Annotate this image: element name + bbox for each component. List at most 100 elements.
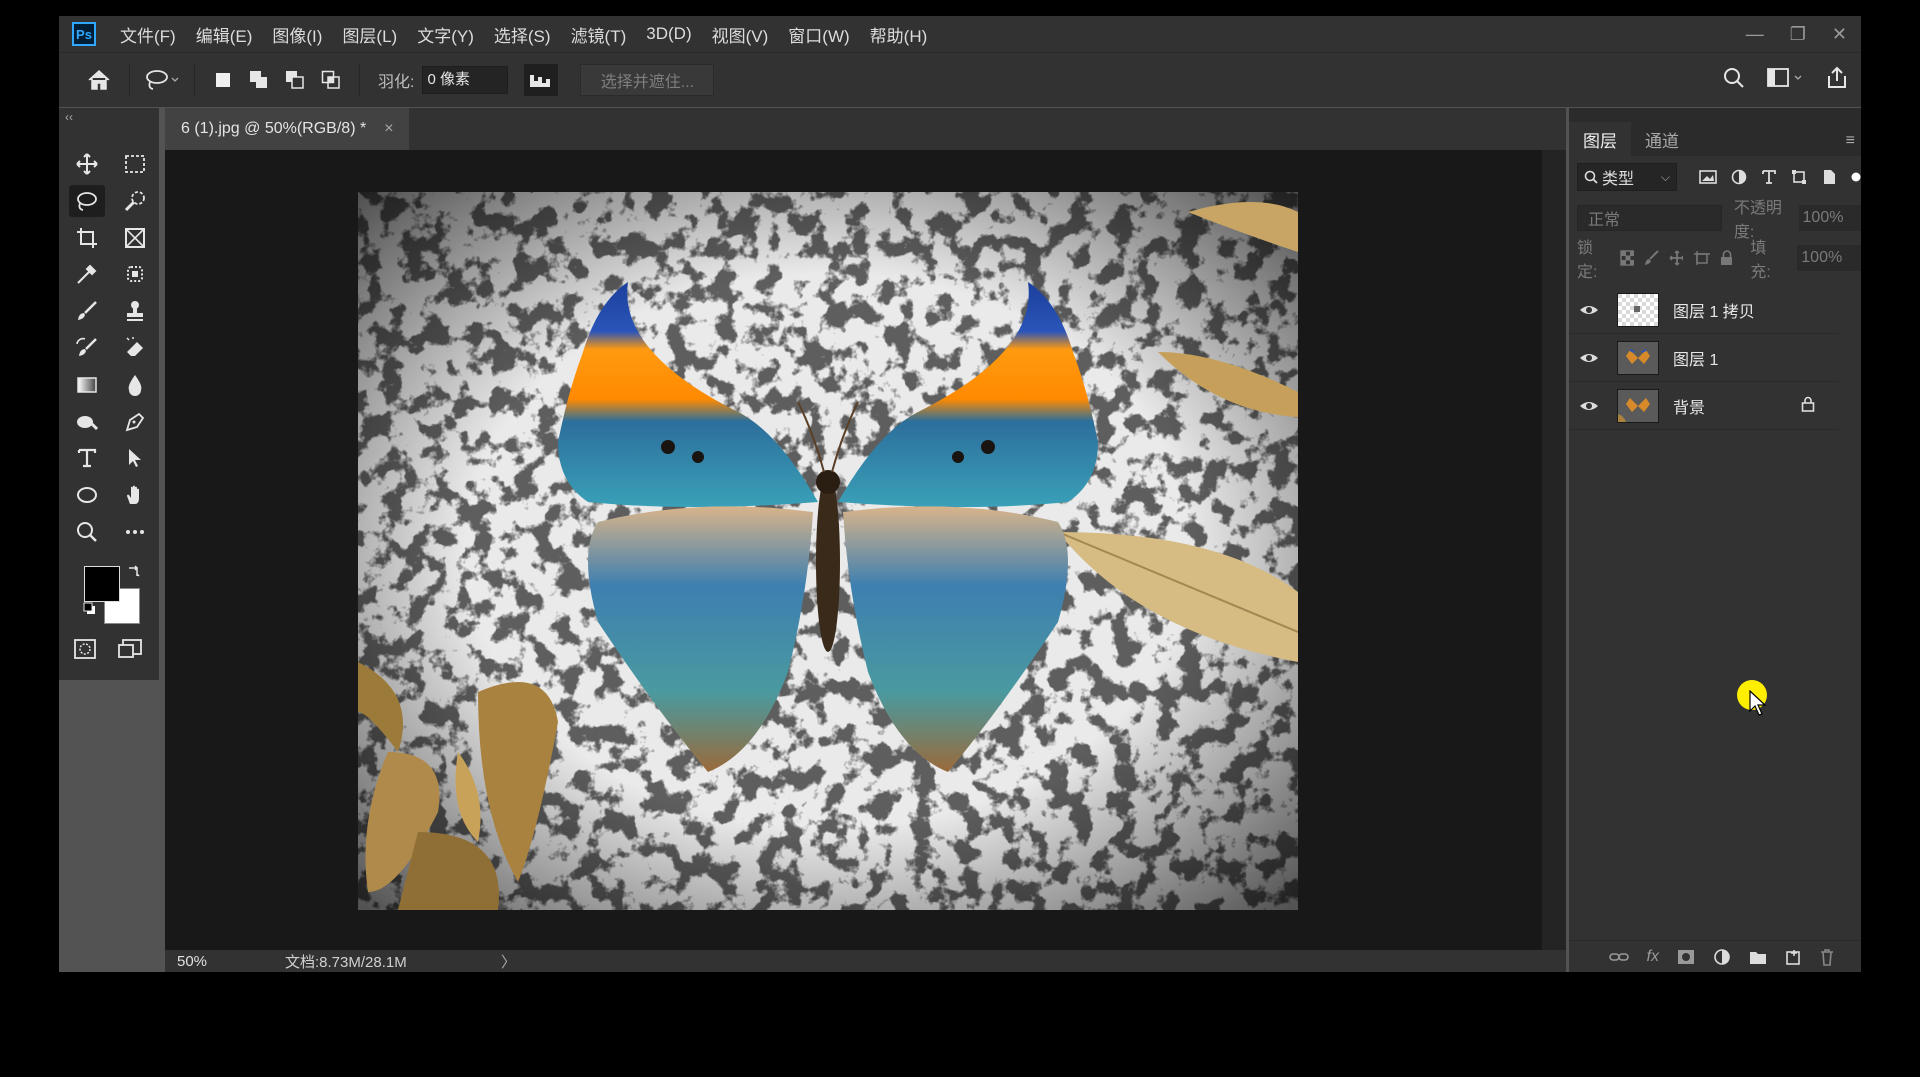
anti-alias-icon[interactable] <box>524 64 559 96</box>
mouse-cursor-icon <box>1749 690 1767 716</box>
layer-thumbnail-image <box>1618 397 1650 422</box>
type-filter-icon[interactable] <box>1761 169 1777 185</box>
menu-view[interactable]: 视图(V) <box>712 22 769 47</box>
lock-all-icon[interactable] <box>1720 250 1733 266</box>
new-layer-icon[interactable] <box>1785 949 1801 965</box>
lock-transparent-icon[interactable] <box>1620 250 1635 266</box>
marquee-tool[interactable] <box>117 148 153 180</box>
eraser-tool[interactable] <box>117 332 153 364</box>
blend-mode-select[interactable]: 正常 <box>1577 205 1722 231</box>
quick-mask-icon[interactable] <box>73 638 97 665</box>
layer-row[interactable]: 图层 1 <box>1569 334 1839 382</box>
type-tool[interactable] <box>69 442 105 474</box>
more-tools[interactable] <box>117 516 153 548</box>
ellipse-tool[interactable] <box>69 479 105 511</box>
canvas-area[interactable] <box>165 150 1566 950</box>
restore-button[interactable]: ❐ <box>1790 24 1806 45</box>
visibility-eye-icon[interactable] <box>1569 352 1609 364</box>
menu-edit[interactable]: 编辑(E) <box>196 22 253 47</box>
quick-select-tool[interactable] <box>117 185 153 217</box>
close-window-button[interactable]: ✕ <box>1832 24 1847 45</box>
hand-tool[interactable] <box>117 479 153 511</box>
path-select-tool[interactable] <box>117 442 153 474</box>
delete-layer-icon[interactable] <box>1819 948 1835 966</box>
menu-filter[interactable]: 滤镜(T) <box>571 22 627 47</box>
tab-channels[interactable]: 通道 <box>1631 122 1693 156</box>
tools-panel-body: ‹‹ <box>59 108 159 680</box>
crop-tool[interactable] <box>69 222 105 254</box>
zoom-tool[interactable] <box>69 516 105 548</box>
new-selection-icon[interactable] <box>212 69 234 91</box>
eyedropper-tool[interactable] <box>69 258 105 290</box>
lasso-tool[interactable] <box>69 184 105 217</box>
link-layers-icon[interactable] <box>1608 950 1629 964</box>
layer-style-icon[interactable]: fx <box>1647 948 1659 966</box>
panel-collapse-bar[interactable] <box>1569 108 1861 122</box>
panel-menu-icon[interactable]: ≡ <box>1846 132 1855 150</box>
home-icon[interactable] <box>79 64 119 96</box>
menu-type[interactable]: 文字(Y) <box>417 22 474 47</box>
layer-row[interactable]: 背景 <box>1569 382 1839 430</box>
minimize-button[interactable]: — <box>1746 24 1764 45</box>
close-tab-icon[interactable]: × <box>384 120 393 138</box>
menu-select[interactable]: 选择(S) <box>494 22 551 47</box>
menu-file[interactable]: 文件(F) <box>120 22 176 47</box>
status-menu-arrow[interactable]: 〉 <box>501 951 516 972</box>
fill-input[interactable]: 100% <box>1797 245 1861 271</box>
move-tool[interactable] <box>69 148 105 180</box>
menu-help[interactable]: 帮助(H) <box>870 22 928 47</box>
document-tab[interactable]: 6 (1).jpg @ 50%(RGB/8) * × <box>165 108 409 150</box>
new-group-icon[interactable] <box>1749 949 1767 965</box>
history-brush-tool[interactable] <box>69 332 105 364</box>
add-mask-icon[interactable] <box>1677 949 1695 965</box>
menu-image[interactable]: 图像(I) <box>272 22 322 47</box>
subtract-selection-icon[interactable] <box>284 69 306 91</box>
swap-colors-icon[interactable] <box>127 564 141 583</box>
tab-layers[interactable]: 图层 <box>1569 122 1631 156</box>
vertical-scrollbar[interactable] <box>1542 150 1566 950</box>
lasso-preset-icon[interactable] <box>140 64 184 96</box>
adjustment-filter-icon[interactable] <box>1731 169 1747 185</box>
foreground-color-swatch[interactable] <box>84 566 120 602</box>
gradient-tool[interactable] <box>69 369 105 401</box>
select-and-mask-button[interactable]: 选择并遮住... <box>580 64 715 96</box>
dodge-tool[interactable] <box>69 406 105 438</box>
smart-object-filter-icon[interactable] <box>1821 169 1837 185</box>
menu-3d[interactable]: 3D(D) <box>646 24 691 44</box>
search-icon[interactable] <box>1723 67 1745 94</box>
patch-tool[interactable] <box>117 258 153 290</box>
add-selection-icon[interactable] <box>248 69 270 91</box>
lock-artboard-icon[interactable] <box>1693 250 1710 266</box>
share-icon[interactable] <box>1825 66 1849 95</box>
lock-position-icon[interactable] <box>1669 250 1684 266</box>
marquee-icon <box>125 155 145 173</box>
feather-input[interactable]: 0 像素 <box>422 66 509 94</box>
menu-layer[interactable]: 图层(L) <box>342 22 397 47</box>
screen-mode-icon[interactable] <box>117 638 143 665</box>
shape-filter-icon[interactable] <box>1791 169 1807 185</box>
layer-row[interactable]: 图层 1 拷贝 <box>1569 286 1839 334</box>
document-image[interactable] <box>358 192 1298 910</box>
filter-kind-select[interactable]: 类型 ⌵ <box>1577 163 1677 191</box>
workspace-icon[interactable] <box>1767 67 1803 94</box>
pixel-filter-icon[interactable] <box>1699 169 1717 185</box>
filter-toggle-icon[interactable] <box>1851 169 1861 185</box>
opacity-input[interactable]: 100% <box>1798 205 1861 231</box>
intersect-selection-icon[interactable] <box>320 69 342 91</box>
lock-pixels-icon[interactable] <box>1644 250 1659 266</box>
layer-thumbnail-image <box>1626 348 1650 364</box>
visibility-eye-icon[interactable] <box>1569 400 1609 412</box>
brush-tool[interactable] <box>69 295 105 327</box>
frame-tool[interactable] <box>117 222 153 254</box>
adjustment-layer-icon[interactable] <box>1713 948 1731 966</box>
layer-lock-icon[interactable] <box>1801 396 1815 417</box>
blur-tool[interactable] <box>117 369 153 401</box>
zoom-level[interactable]: 50% <box>165 953 247 970</box>
stamp-tool[interactable] <box>117 295 153 327</box>
patch-icon <box>127 266 143 283</box>
menu-window[interactable]: 窗口(W) <box>788 22 849 47</box>
collapse-icon[interactable]: ‹‹ <box>65 110 73 124</box>
pen-tool[interactable] <box>117 406 153 438</box>
visibility-eye-icon[interactable] <box>1569 304 1609 316</box>
default-colors-icon[interactable] <box>83 602 97 621</box>
